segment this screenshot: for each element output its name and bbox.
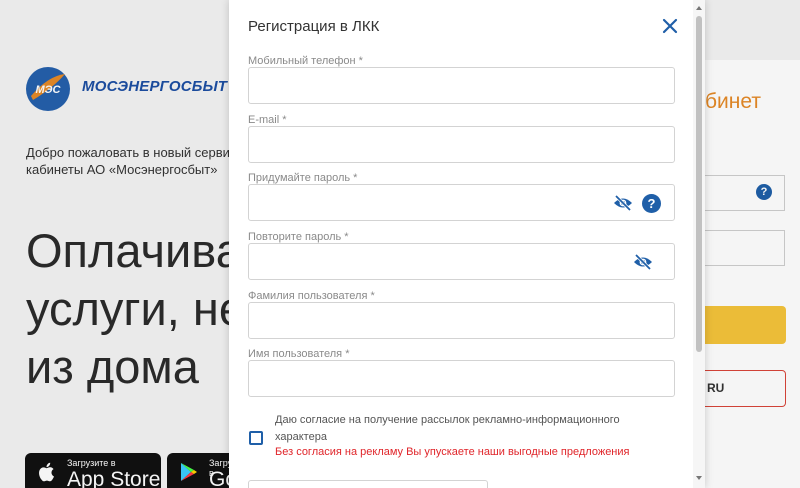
name-label: Имя пользователя * bbox=[248, 348, 350, 360]
modal-scrollbar[interactable] bbox=[693, 0, 705, 488]
consent-text: Даю согласие на получение рассылок рекла… bbox=[275, 414, 620, 443]
eye-slash-icon[interactable] bbox=[613, 195, 633, 211]
scroll-thumb[interactable] bbox=[696, 16, 702, 352]
eye-slash-icon[interactable] bbox=[633, 254, 653, 270]
scroll-up-arrow-icon[interactable] bbox=[696, 6, 702, 10]
password-input[interactable] bbox=[248, 184, 675, 221]
registration-modal: Регистрация в ЛКК Мобильный телефон * E-… bbox=[229, 0, 705, 488]
email-input[interactable] bbox=[248, 126, 675, 163]
phone-input[interactable] bbox=[248, 67, 675, 104]
name-input[interactable] bbox=[248, 360, 675, 397]
close-icon[interactable] bbox=[660, 16, 680, 36]
phone-label: Мобильный телефон * bbox=[248, 55, 363, 67]
repeat-password-input[interactable] bbox=[248, 243, 675, 280]
modal-title: Регистрация в ЛКК bbox=[248, 18, 380, 35]
password-label: Придумайте пароль * bbox=[248, 172, 358, 184]
password-help-icon[interactable]: ? bbox=[642, 194, 661, 213]
surname-input[interactable] bbox=[248, 302, 675, 339]
scroll-down-arrow-icon[interactable] bbox=[696, 476, 702, 480]
surname-label: Фамилия пользователя * bbox=[248, 290, 375, 302]
captcha-box[interactable] bbox=[248, 480, 488, 488]
consent-warning: Без согласия на рекламу Вы упускаете наш… bbox=[275, 446, 630, 458]
consent-checkbox[interactable] bbox=[249, 431, 263, 445]
email-label: E-mail * bbox=[248, 114, 287, 126]
repeat-password-label: Повторите пароль * bbox=[248, 231, 349, 243]
